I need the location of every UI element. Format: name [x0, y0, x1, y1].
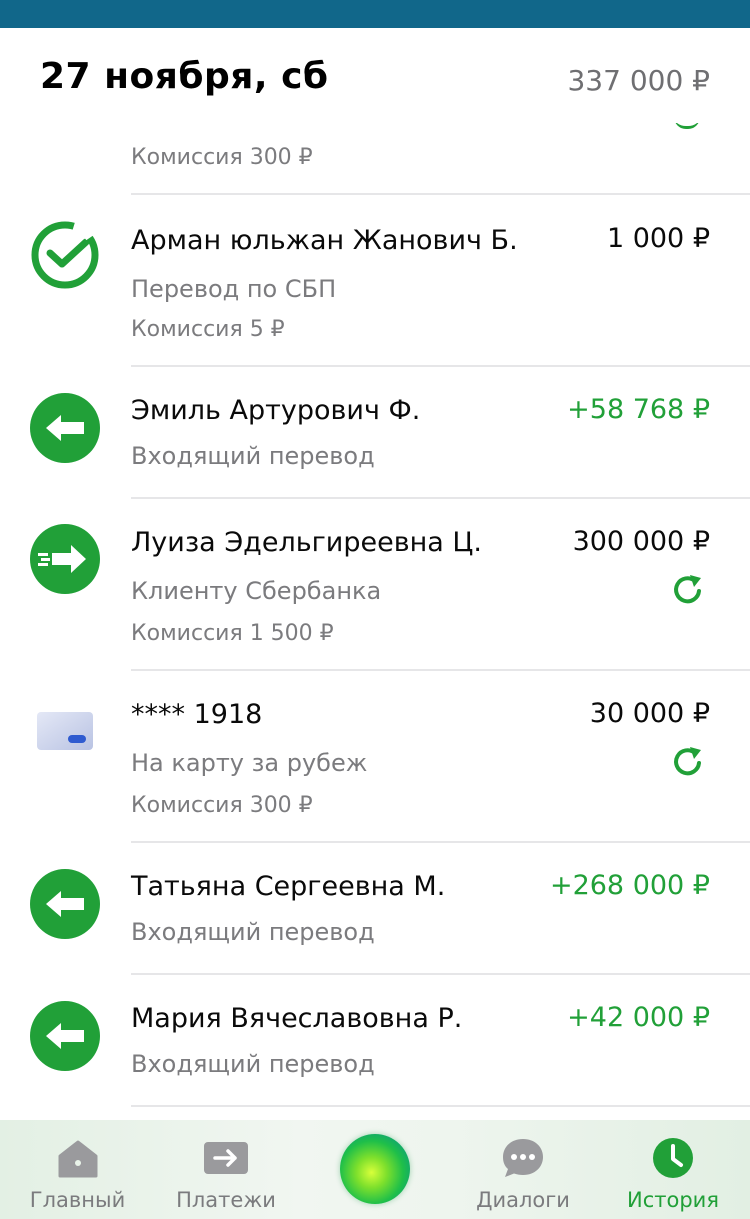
nav-item-dialogs[interactable]: Диалоги: [447, 1120, 599, 1219]
transaction-amount: 30 000 ₽: [589, 698, 710, 729]
outgoing-arrow-icon: [30, 524, 100, 594]
transaction-row[interactable]: Татьяна Сергеевна М. Входящий перевод +2…: [0, 843, 750, 975]
transaction-row-partial[interactable]: Комиссия 300 ₽: [0, 123, 750, 195]
transaction-name: Татьяна Сергеевна М.: [131, 871, 446, 902]
nav-item-home[interactable]: Главный: [0, 1120, 155, 1219]
transaction-commission: Комиссия 300 ₽: [131, 793, 313, 818]
transaction-description: Входящий перевод: [131, 442, 375, 470]
transaction-description: Клиенту Сбербанка: [131, 577, 382, 605]
incoming-arrow-icon: [30, 1001, 100, 1071]
transaction-name: Арман юльжан Жанович Б.: [131, 225, 518, 256]
date-total: 337 000 ₽: [567, 64, 710, 97]
transaction-description: На карту за рубеж: [131, 749, 368, 777]
date-title: 27 ноября, сб: [40, 56, 329, 97]
transaction-name: **** 1918: [131, 699, 263, 730]
transaction-name: Мария Вячеславовна Р.: [131, 1003, 463, 1034]
transaction-amount: 300 000 ₽: [572, 526, 710, 557]
transaction-amount: 1 000 ₽: [606, 223, 710, 254]
nav-item-history[interactable]: История: [596, 1120, 750, 1219]
chat-icon: [503, 1139, 543, 1177]
sber-check-icon: [31, 221, 99, 289]
incoming-arrow-icon: [30, 393, 100, 463]
transaction-row[interactable]: **** 1918 На карту за рубеж Комиссия 300…: [0, 671, 750, 843]
assistant-orb-icon[interactable]: [340, 1134, 410, 1204]
incoming-arrow-icon: [30, 869, 100, 939]
repeat-icon[interactable]: [670, 572, 706, 608]
card-icon: [37, 712, 93, 750]
nav-item-payments[interactable]: Платежи: [150, 1120, 302, 1219]
repeat-icon[interactable]: [670, 744, 706, 780]
transaction-commission: Комиссия 1 500 ₽: [131, 621, 334, 646]
transaction-name: Эмиль Артурович Ф.: [131, 395, 421, 426]
transaction-list[interactable]: Комиссия 300 ₽ Арман юльжан Жанович Б. П…: [0, 0, 750, 1120]
transaction-row[interactable]: Луиза Эдельгиреевна Ц. Клиенту Сбербанка…: [0, 499, 750, 671]
transaction-commission: Комиссия 5 ₽: [131, 317, 285, 342]
transaction-row[interactable]: Эмиль Артурович Ф. Входящий перевод +58 …: [0, 367, 750, 499]
transaction-amount: +268 000 ₽: [549, 870, 710, 901]
transaction-row[interactable]: Мария Вячеславовна Р. Входящий перевод +…: [0, 975, 750, 1107]
transaction-amount: +42 000 ₽: [567, 1002, 710, 1033]
transaction-description: Входящий перевод: [131, 918, 375, 946]
transaction-amount: +58 768 ₽: [567, 394, 710, 425]
date-section-header: 27 ноября, сб 337 000 ₽: [0, 28, 750, 123]
transaction-row[interactable]: Арман юльжан Жанович Б. Перевод по СБП К…: [0, 195, 750, 367]
clock-icon: [653, 1138, 693, 1178]
home-icon: [58, 1140, 97, 1178]
bottom-navigation: Главный Платежи Диалоги История: [0, 1120, 750, 1219]
nav-label: Главный: [29, 1188, 126, 1212]
transaction-description: Входящий перевод: [131, 1050, 375, 1078]
nav-label: История: [627, 1188, 719, 1212]
divider: [131, 1105, 750, 1107]
payments-icon: [204, 1142, 248, 1174]
transaction-name: Луиза Эдельгиреевна Ц.: [131, 527, 482, 558]
nav-label: Диалоги: [476, 1188, 570, 1212]
transaction-description: Перевод по СБП: [131, 275, 337, 303]
nav-label: Платежи: [176, 1188, 276, 1212]
transaction-commission: Комиссия 300 ₽: [131, 145, 313, 170]
